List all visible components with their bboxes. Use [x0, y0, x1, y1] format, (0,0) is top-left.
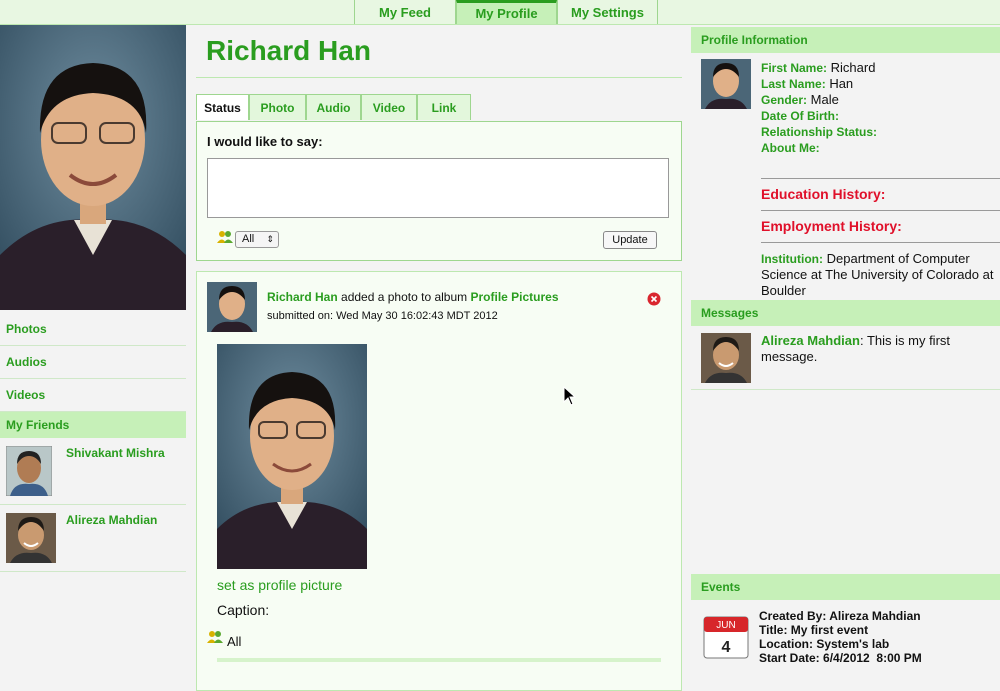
about-row: About Me:	[761, 140, 820, 155]
about-label: About Me:	[761, 141, 820, 155]
update-button[interactable]: Update	[603, 231, 657, 249]
event-location: Location: System's lab	[759, 637, 890, 651]
svg-text:JUN: JUN	[716, 620, 735, 631]
status-prompt: I would like to say:	[207, 134, 323, 149]
last-name-value: Han	[829, 76, 854, 91]
institution-row: Institution: Department of Computer Scie…	[761, 251, 1000, 299]
friend-avatar[interactable]	[6, 446, 52, 496]
privacy-select[interactable]: All ⇕	[235, 231, 279, 248]
tab-video[interactable]: Video	[361, 94, 417, 120]
event-title: Title: My first event	[759, 623, 869, 637]
gender-row: Gender: Male	[761, 92, 839, 107]
friend-item[interactable]: Alireza Mahdian	[0, 505, 186, 572]
friends-group-icon	[207, 631, 223, 643]
top-nav: My Feed My Profile My Settings	[0, 0, 1000, 25]
title-divider	[196, 77, 682, 78]
message-sender-link[interactable]: Alireza Mahdian	[761, 333, 860, 348]
left-sidebar: Photos Audios Videos My Friends Shivakan…	[0, 25, 186, 664]
message-item: Alireza Mahdian: This is my first messag…	[761, 333, 996, 365]
nav-tab-my-profile[interactable]: My Profile	[456, 0, 557, 24]
nav-tab-my-settings[interactable]: My Settings	[557, 0, 658, 24]
institution-label: Institution:	[761, 252, 823, 266]
right-sidebar: Profile Information First Name: Richard …	[691, 25, 1000, 665]
page-title: Richard Han	[206, 35, 371, 66]
main-content: Richard Han Status Photo Audio Video Lin…	[196, 25, 682, 691]
friend-item[interactable]: Shivakant Mishra	[0, 438, 186, 505]
album-link[interactable]: Profile Pictures	[470, 290, 558, 304]
tab-link[interactable]: Link	[417, 94, 471, 120]
sidebar-link-audios[interactable]: Audios	[0, 346, 186, 379]
status-composer: I would like to say: All ⇕ Update	[196, 121, 682, 261]
privacy-select-value: All	[242, 233, 255, 245]
message-divider	[691, 389, 1000, 390]
profile-photo[interactable]	[0, 25, 186, 310]
svg-text:4: 4	[722, 639, 731, 656]
last-name-row: Last Name: Han	[761, 76, 853, 91]
sidebar-link-videos[interactable]: Videos	[0, 379, 186, 412]
feed-photo[interactable]	[217, 344, 367, 569]
set-as-profile-link[interactable]: set as profile picture	[217, 577, 342, 593]
friends-group-icon	[217, 231, 233, 243]
dob-label: Date Of Birth:	[761, 109, 839, 123]
relationship-label: Relationship Status:	[761, 125, 878, 139]
feed-timestamp: submitted on: Wed May 30 16:02:43 MDT 20…	[267, 310, 498, 322]
feed-actor-link[interactable]: Richard Han	[267, 290, 338, 304]
tab-photo[interactable]: Photo	[249, 94, 306, 120]
delete-icon[interactable]	[647, 292, 661, 306]
feed-item: Richard Han added a photo to album Profi…	[196, 271, 682, 691]
friend-name[interactable]: Alireza Mahdian	[66, 513, 157, 527]
calendar-icon: JUN 4	[703, 616, 749, 659]
first-name-row: First Name: Richard	[761, 60, 875, 75]
feed-privacy: All	[227, 634, 242, 649]
feed-author-avatar[interactable]	[207, 282, 257, 332]
nav-tab-my-feed[interactable]: My Feed	[354, 0, 456, 24]
event-created-by: Created By: Alireza Mahdian	[759, 609, 921, 623]
messages-header: Messages	[691, 300, 1000, 326]
relationship-row: Relationship Status:	[761, 124, 877, 139]
first-name-label: First Name:	[761, 61, 828, 75]
first-name-value: Richard	[830, 60, 876, 75]
message-sender-avatar[interactable]	[701, 333, 751, 383]
feed-action: added a photo to album	[341, 290, 468, 304]
profile-info-avatar	[701, 59, 751, 109]
tab-audio[interactable]: Audio	[306, 94, 361, 120]
tab-status[interactable]: Status	[196, 94, 249, 120]
gender-label: Gender:	[761, 93, 808, 107]
friend-name[interactable]: Shivakant Mishra	[66, 446, 165, 460]
sidebar-link-photos[interactable]: Photos	[0, 313, 186, 346]
last-name-label: Last Name:	[761, 77, 826, 91]
comment-bar	[217, 658, 661, 662]
friend-avatar[interactable]	[6, 513, 56, 563]
events-header: Events	[691, 574, 1000, 600]
event-start-date: Start Date: 6/4/2012 8:00 PM	[759, 651, 922, 665]
feed-description: Richard Han added a photo to album Profi…	[267, 290, 559, 304]
section-divider	[761, 178, 1000, 179]
dob-row: Date Of Birth:	[761, 108, 839, 123]
status-input[interactable]	[207, 158, 669, 218]
caption-label: Caption:	[217, 602, 270, 618]
section-divider	[761, 242, 1000, 243]
select-arrows-icon: ⇕	[266, 234, 274, 244]
education-heading: Education History:	[761, 186, 886, 202]
profile-info-header: Profile Information	[691, 27, 1000, 53]
section-divider	[761, 210, 1000, 211]
mouse-cursor-icon	[563, 386, 577, 406]
event-item[interactable]: Created By: Alireza Mahdian Title: My fi…	[759, 609, 922, 665]
employment-heading: Employment History:	[761, 218, 902, 234]
my-friends-header: My Friends	[0, 412, 186, 438]
gender-value: Male	[810, 92, 839, 107]
